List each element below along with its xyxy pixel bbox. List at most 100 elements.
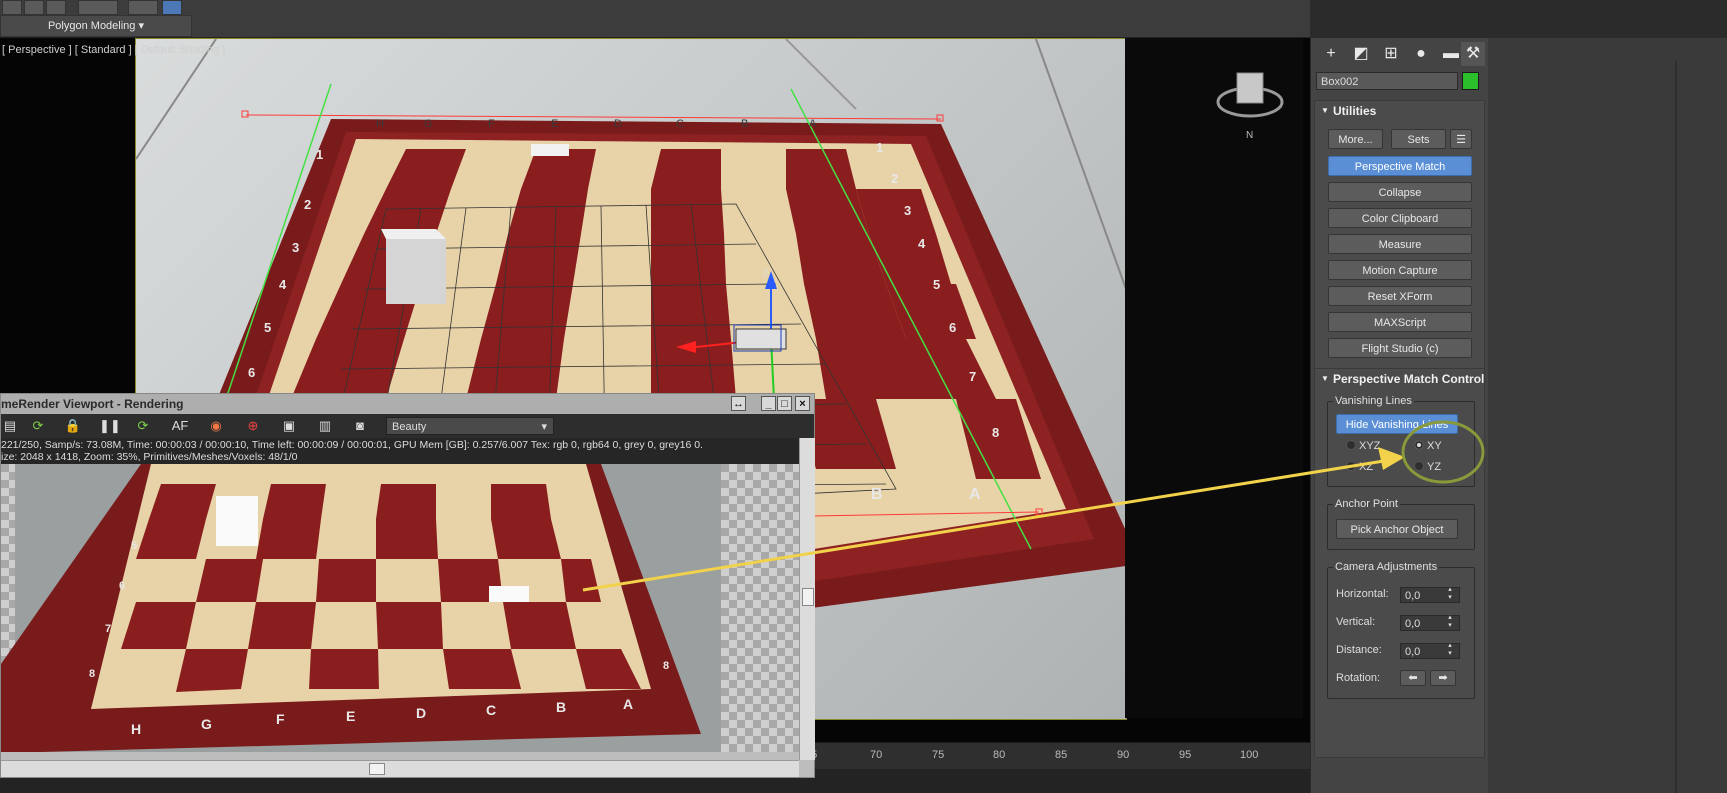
autofocus-icon[interactable]: AF [171,417,189,435]
board-letter-top: E [551,118,558,130]
horizontal-spinner[interactable]: 0,0 [1400,585,1460,603]
viewport-safe-frame-margin: N [1125,38,1303,718]
board-letter-top: A [809,118,817,130]
layers-icon[interactable]: ▥ [316,417,334,435]
hierarchy-icon[interactable]: ⊞ [1379,42,1403,66]
rerender-icon[interactable]: ⟳ [134,417,152,435]
anchor-point-label: Anchor Point [1333,498,1400,510]
select-region-icon[interactable] [24,0,44,15]
select-icon[interactable] [2,0,22,15]
board-number: 2 [304,197,311,212]
hand-icon[interactable] [46,0,66,15]
render-channel-select[interactable]: Beauty ▾ [386,417,554,435]
close-icon[interactable]: × [795,396,810,411]
vertical-scroll-thumb[interactable] [802,588,814,606]
utilities-rollout: ▼ Utilities More... Sets ☰ Perspective M… [1314,100,1485,404]
maxscript-button[interactable]: MAXScript [1328,312,1472,332]
utilities-icon[interactable]: ⚒ [1461,42,1485,66]
vertical-label: Vertical: [1336,616,1376,628]
polygon-modeling-dropdown[interactable]: Polygon Modeling ▾ [0,15,192,37]
target-icon[interactable]: ⊕ [244,417,262,435]
perspective-match-button[interactable]: Perspective Match [1328,156,1472,176]
camera-icon[interactable]: ◙ [351,417,369,435]
more-button[interactable]: More... [1328,129,1383,149]
rotate-left-icon[interactable]: ⬅ [1400,670,1426,686]
render-vertical-scrollbar[interactable] [799,438,815,760]
gizmo-z-label: Z [763,268,769,278]
vanishing-lines-group: Vanishing Lines Hide Vanishing Lines XYZ… [1327,395,1475,487]
vanishing-lines-label: Vanishing Lines [1333,395,1414,407]
minimize-icon[interactable]: _ [761,396,776,411]
maximize-icon[interactable]: □ [777,396,792,411]
ribbon: Polygon Modeling ▾ [0,0,1310,38]
rendered-letter: E [346,708,355,724]
radio-xy[interactable]: XY [1414,440,1442,452]
rotate-right-icon[interactable]: ➡ [1430,670,1456,686]
display-window-icon[interactable]: ▣ [280,417,298,435]
radio-label: YZ [1427,461,1442,473]
save-image-icon[interactable]: ▤ [1,417,19,435]
perspective-match-rollout-header[interactable]: ▼ Perspective Match Controls [1315,369,1484,389]
vertical-spinner[interactable]: 0,0 [1400,613,1460,631]
radio-yz[interactable]: YZ [1414,461,1441,473]
layout-icon[interactable] [128,0,158,15]
create-icon[interactable]: + [1319,42,1343,66]
board-letter-bottom: B [871,486,883,503]
display-icon[interactable]: ▬ [1439,42,1463,66]
board-number: 3 [904,203,911,218]
radio-xyz[interactable]: XYZ [1346,440,1380,452]
viewcube[interactable]: N [1125,38,1303,158]
board-number: 4 [918,236,926,251]
motion-capture-button[interactable]: Motion Capture [1328,260,1472,280]
object-name-field[interactable]: Box002 [1316,72,1458,90]
board-number: 7 [969,369,976,384]
hide-vanishing-lines-button[interactable]: Hide Vanishing Lines [1336,414,1458,434]
viewport-label[interactable]: [ Perspective ] [ Standard ] [ Default S… [2,44,225,56]
collapse-arrow-icon: ▼ [1321,106,1329,115]
object-color-swatch[interactable] [1462,72,1479,90]
rendered-letter: B [556,699,566,715]
perspective-match-title: Perspective Match Controls [1333,372,1484,386]
rendered-chessboard: H G F E D C B A 5 6 7 8 8 [1,464,799,752]
radio-xz[interactable]: XZ [1346,461,1373,473]
pause-mode-icon[interactable] [162,0,182,15]
utilities-rollout-header[interactable]: ▼ Utilities [1315,101,1484,121]
color-channels-icon[interactable]: ◉ [207,417,225,435]
camera-adjustments-label: Camera Adjustments [1333,561,1440,573]
refresh-icon[interactable]: ⟳ [29,417,47,435]
rendered-box-large [216,496,258,546]
resize-icon[interactable]: ↔ [731,396,746,411]
configure-sets-icon[interactable]: ☰ [1450,129,1472,149]
distance-spinner[interactable]: 0,0 [1400,641,1460,659]
distance-label: Distance: [1336,644,1382,656]
board-number: 8 [992,425,999,440]
utilities-title: Utilities [1333,104,1377,118]
motion-icon[interactable]: ● [1409,42,1433,66]
collapse-button[interactable]: Collapse [1328,182,1472,202]
horizontal-scroll-thumb[interactable] [369,763,385,775]
render-window[interactable]: meRender Viewport - Rendering ↔ _ □ × ▤ … [0,393,815,778]
rendered-box-small [489,586,529,602]
chevron-down-icon: ▾ [138,20,145,32]
box001[interactable] [381,229,446,304]
rendered-image[interactable]: H G F E D C B A 5 6 7 8 8 [1,464,799,752]
pause-icon[interactable]: ❚❚ [99,417,121,435]
polygon-modeling-label: Polygon Modeling [47,20,136,32]
pick-anchor-object-button[interactable]: Pick Anchor Object [1336,519,1458,539]
flight-studio-button[interactable]: Flight Studio (c) [1328,338,1472,358]
record-icon[interactable] [78,0,118,15]
box-small[interactable] [531,144,569,156]
measure-button[interactable]: Measure [1328,234,1472,254]
modify-icon[interactable]: ◩ [1349,42,1373,66]
render-horizontal-scrollbar[interactable] [1,760,799,777]
reset-xform-button[interactable]: Reset XForm [1328,286,1472,306]
lock-icon[interactable]: 🔒 [64,417,82,435]
color-clipboard-button[interactable]: Color Clipboard [1328,208,1472,228]
board-number: 1 [316,147,323,162]
perspective-match-rollout: ▼ Perspective Match Controls Vanishing L… [1314,368,1485,758]
render-stats-line2: ize: 2048 x 1418, Zoom: 35%, Primitives/… [1,451,298,463]
render-stats: 221/250, Samp/s: 73.08M, Time: 00:00:03 … [1,438,799,464]
radio-label: XYZ [1359,440,1381,452]
sets-button[interactable]: Sets [1391,129,1446,149]
render-window-titlebar[interactable]: meRender Viewport - Rendering ↔ _ □ × [1,394,814,414]
